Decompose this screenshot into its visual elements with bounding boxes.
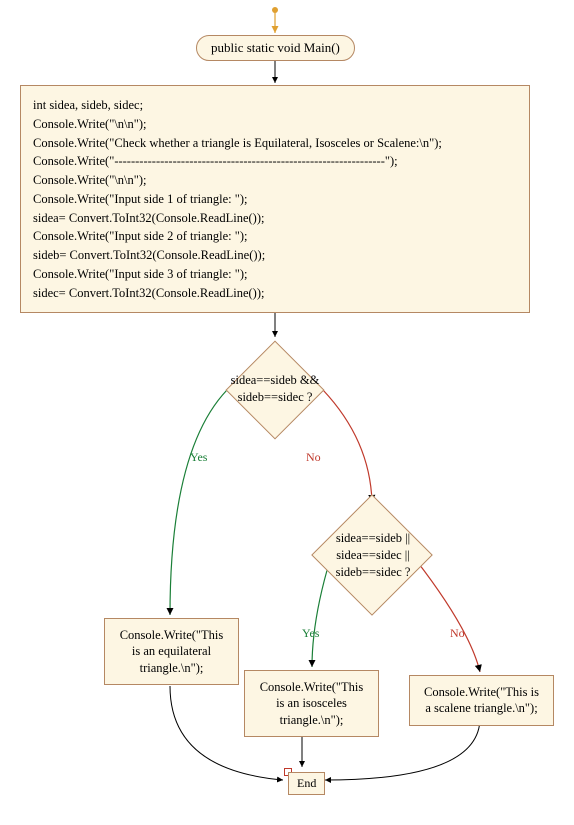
out-scalene-text: Console.Write("This is a scalene triangl… [424, 685, 539, 715]
out-isosceles-text: Console.Write("This is an isosceles tria… [260, 680, 364, 727]
code-block: int sidea, sideb, sidec;Console.Write("\… [20, 85, 530, 313]
code-line: Console.Write("Check whether a triangle … [33, 134, 517, 153]
output-isosceles: Console.Write("This is an isosceles tria… [244, 670, 379, 737]
out-equilateral-text: Console.Write("This is an equilateral tr… [120, 628, 224, 675]
decision-line: sidea==sidec || [298, 547, 448, 564]
code-line: Console.Write("Input side 1 of triangle:… [33, 190, 517, 209]
code-line: int sidea, sideb, sidec; [33, 96, 517, 115]
code-line: Console.Write("Input side 3 of triangle:… [33, 265, 517, 284]
output-equilateral: Console.Write("This is an equilateral tr… [104, 618, 239, 685]
output-scalene: Console.Write("This is a scalene triangl… [409, 675, 554, 726]
edge-yes-1: Yes [190, 450, 207, 465]
end-node-outer: End [284, 768, 292, 776]
end-node: End [288, 772, 325, 795]
start-label: public static void Main() [211, 40, 340, 55]
code-line: Console.Write("\n\n"); [33, 171, 517, 190]
decision-1-text: sidea==sideb &&sideb==sidec ? [200, 372, 350, 406]
edge-no-2: No [450, 626, 465, 641]
code-line: Console.Write("-------------------------… [33, 152, 517, 171]
code-line: sidec= Convert.ToInt32(Console.ReadLine(… [33, 284, 517, 303]
code-line: sideb= Convert.ToInt32(Console.ReadLine(… [33, 246, 517, 265]
code-line: Console.Write("\n\n"); [33, 115, 517, 134]
edge-yes-2: Yes [302, 626, 319, 641]
end-label: End [297, 776, 316, 790]
code-line: sidea= Convert.ToInt32(Console.ReadLine(… [33, 209, 517, 228]
decision-line: sideb==sidec ? [298, 564, 448, 581]
start-node: public static void Main() [196, 35, 355, 61]
edge-no-1: No [306, 450, 321, 465]
decision-line: sideb==sidec ? [200, 389, 350, 406]
decision-2-text: sidea==sideb ||sidea==sidec ||sideb==sid… [298, 530, 448, 581]
code-line: Console.Write("Input side 2 of triangle:… [33, 227, 517, 246]
decision-line: sidea==sideb || [298, 530, 448, 547]
decision-line: sidea==sideb && [200, 372, 350, 389]
